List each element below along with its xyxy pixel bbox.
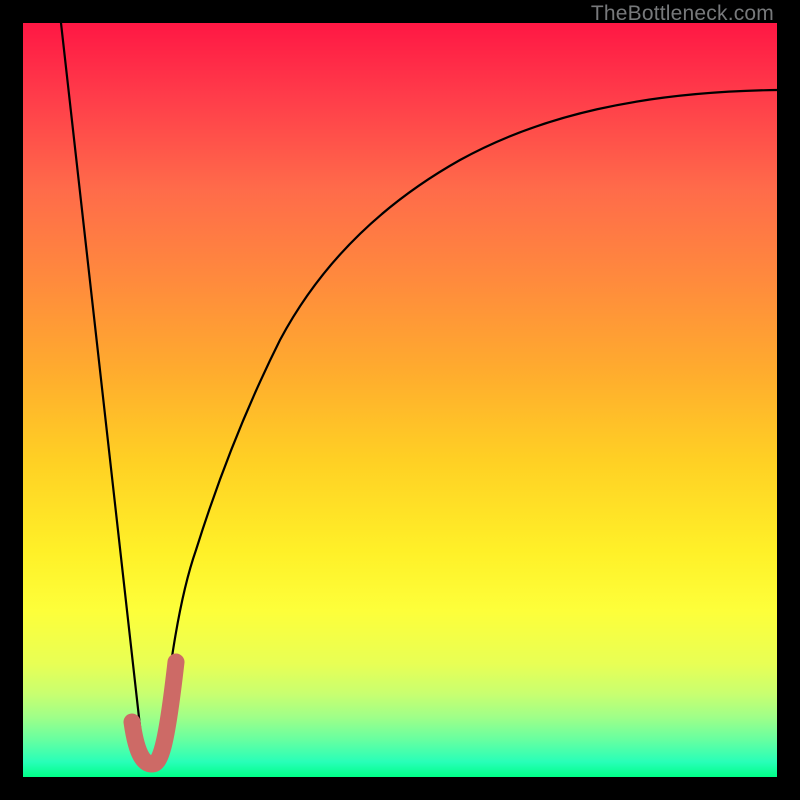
chart-container: TheBottleneck.com xyxy=(0,0,800,800)
watermark-text: TheBottleneck.com xyxy=(591,2,774,26)
plot-area xyxy=(23,23,777,777)
